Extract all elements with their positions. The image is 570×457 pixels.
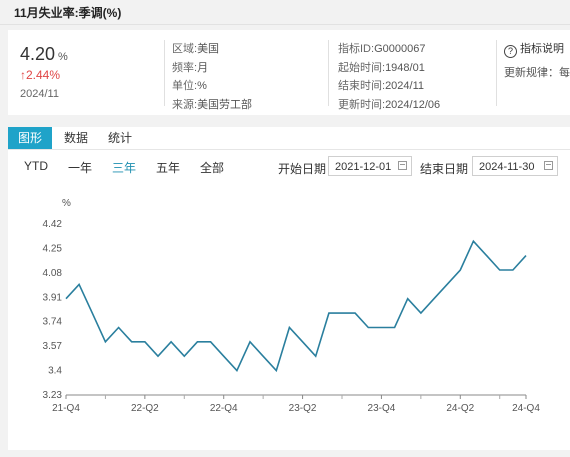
x-tick-label: 22-Q2	[131, 403, 159, 414]
data-point[interactable]	[77, 282, 81, 286]
y-axis-unit-label: %	[62, 198, 71, 209]
data-point[interactable]	[287, 325, 291, 329]
meta-value: %	[197, 80, 207, 92]
title-bar: 11月失业率:季调(%)	[0, 0, 570, 25]
meta-key: 指标ID:	[338, 43, 375, 55]
meta-left: 区域:美国 频率:月 单位:% 来源:美国劳工部	[172, 40, 252, 114]
data-point[interactable]	[445, 282, 449, 286]
data-point[interactable]	[379, 325, 383, 329]
line-chart: % 4.42 4.25 4.08 3.91 3.74 3.57 3.4 3.23 21-Q4 2…	[43, 198, 541, 414]
y-tick-label: 4.08	[43, 268, 63, 279]
latest-value-number: 4.20	[20, 44, 56, 64]
data-point[interactable]	[156, 354, 160, 358]
data-point[interactable]	[130, 340, 134, 344]
latest-period: 2024/11	[20, 88, 59, 100]
window-title: 11月失业率:季调(%)	[14, 6, 122, 20]
meta-value: 美国	[197, 43, 220, 55]
meta-key: 更新时间:	[338, 98, 386, 111]
data-point[interactable]	[235, 369, 239, 373]
meta-row: 区域:美国	[172, 40, 252, 59]
meta-value: 2024/12/06	[385, 98, 441, 111]
data-point[interactable]	[274, 369, 278, 373]
data-point[interactable]	[327, 311, 331, 315]
y-tick-label: 3.91	[43, 292, 63, 303]
data-point[interactable]	[90, 311, 94, 315]
meta-value: 1948/01	[385, 61, 425, 74]
data-point[interactable]	[340, 311, 344, 315]
meta-value: 美国劳工部	[197, 98, 253, 111]
y-tick-label: 3.4	[48, 366, 62, 377]
meta-value: 月	[197, 61, 209, 74]
meta-row: 更新时间:2024/12/06	[338, 96, 440, 115]
meta-row: 来源:美国劳工部	[172, 96, 252, 115]
y-tick-label: 4.42	[43, 219, 63, 230]
data-point[interactable]	[195, 340, 199, 344]
data-point[interactable]	[524, 254, 528, 258]
meta-row: 频率:月	[172, 59, 252, 78]
data-point[interactable]	[458, 268, 462, 272]
data-point[interactable]	[471, 239, 475, 243]
meta-value: G0000067	[374, 43, 426, 55]
divider	[164, 40, 165, 106]
x-tick-label: 21-Q4	[52, 403, 80, 414]
data-point[interactable]	[222, 354, 226, 358]
meta-row: 起始时间:1948/01	[338, 59, 440, 78]
data-point[interactable]	[485, 254, 489, 258]
data-point[interactable]	[498, 268, 502, 272]
y-tick-label: 3.57	[43, 341, 63, 352]
data-point[interactable]	[419, 311, 423, 315]
data-point[interactable]	[64, 297, 68, 301]
data-point[interactable]	[511, 268, 515, 272]
y-tick-label: 3.74	[43, 317, 63, 328]
series-line	[65, 239, 527, 373]
meta-key: 来源:	[172, 98, 198, 111]
question-icon: ?	[504, 45, 517, 58]
data-point[interactable]	[314, 354, 318, 358]
data-point[interactable]	[366, 325, 370, 329]
indicator-summary-card: 4.20% ↑2.44% 2024/11 区域:美国 频率:月 单位:% 来源:…	[8, 30, 570, 115]
data-point[interactable]	[209, 340, 213, 344]
data-point[interactable]	[117, 325, 121, 329]
data-point[interactable]	[301, 340, 305, 344]
data-point[interactable]	[393, 325, 397, 329]
data-point[interactable]	[182, 354, 186, 358]
meta-key: 结束时间:	[338, 80, 386, 92]
x-tick-label: 23-Q4	[368, 403, 396, 414]
help-label[interactable]: 指标说明	[520, 43, 564, 55]
latest-value-unit: %	[58, 51, 68, 63]
change-indicator: ↑2.44%	[20, 68, 61, 82]
meta-key: 区域:	[172, 43, 198, 55]
indicator-help[interactable]: ? 指标说明 更新规律：每	[504, 40, 570, 80]
meta-value: 2024/11	[385, 80, 425, 92]
x-tick-label: 24-Q4	[512, 403, 540, 414]
meta-key: 频率:	[172, 61, 198, 74]
data-point[interactable]	[353, 311, 357, 315]
data-point[interactable]	[143, 340, 147, 344]
data-point[interactable]	[169, 340, 173, 344]
update-rule: 更新规律：每	[504, 67, 570, 79]
data-point[interactable]	[406, 297, 410, 301]
x-tick-label: 22-Q4	[210, 403, 238, 414]
latest-value: 4.20%	[20, 44, 68, 65]
divider	[496, 40, 497, 106]
meta-row: 指标ID:G0000067	[338, 40, 440, 59]
meta-row: 单位:%	[172, 77, 252, 96]
data-point[interactable]	[248, 340, 252, 344]
y-tick-label: 4.25	[43, 243, 63, 254]
data-point[interactable]	[261, 354, 265, 358]
meta-key: 起始时间:	[338, 61, 386, 74]
chart-card: 图形 数据 统计 YTD 一年 三年 五年 全部 开始日期 2021-12-01…	[8, 127, 570, 450]
x-tick-label: 24-Q2	[446, 403, 474, 414]
meta-right: 指标ID:G0000067 起始时间:1948/01 结束时间:2024/11 …	[338, 40, 440, 114]
x-tick-label: 23-Q2	[289, 403, 317, 414]
data-point[interactable]	[103, 340, 107, 344]
meta-key: 单位:	[172, 80, 198, 92]
y-tick-label: 3.23	[43, 390, 63, 401]
meta-row: 结束时间:2024/11	[338, 77, 440, 96]
divider	[328, 40, 329, 106]
data-point[interactable]	[432, 297, 436, 301]
